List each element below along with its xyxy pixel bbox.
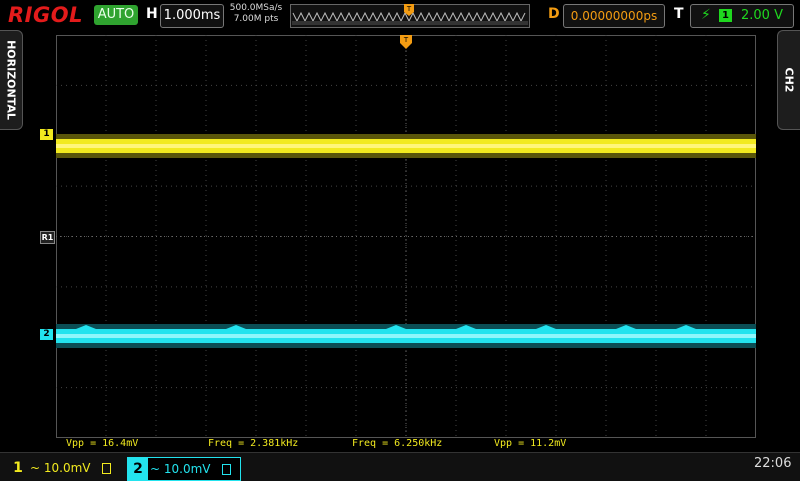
trigger-level: 2.00 V (741, 8, 783, 23)
measurement-ch1-vpp: Vpp = 16.4mV (66, 438, 139, 449)
measurement-ch2-vpp: Vpp = 11.2mV (494, 438, 567, 449)
waveform-display[interactable]: T (56, 35, 756, 438)
ch1-number: 1 (13, 460, 23, 476)
ch2-trace (56, 324, 756, 348)
horizontal-tab-label: HORIZONTAL (4, 40, 18, 120)
memory-overview[interactable]: T (290, 4, 530, 28)
top-status-bar: RIGOL AUTO H 1.000ms 500.0MSa/s 7.00M pt… (0, 0, 800, 30)
ch1-trace (56, 134, 756, 158)
ch1-scale: ~ 10.0mV (30, 461, 91, 475)
system-clock: 22:06 (754, 456, 792, 471)
ch2-setting[interactable]: 2 ~ 10.0mV (127, 457, 241, 481)
ch2-menu-tab[interactable]: CH2 (777, 30, 800, 130)
ch1-setting[interactable]: 1 ~ 10.0mV (8, 457, 120, 479)
ch2-number: 2 (128, 458, 148, 480)
horizontal-menu-tab[interactable]: HORIZONTAL (0, 30, 23, 130)
trigger-label: T (674, 6, 684, 22)
trigger-source: 1 (719, 9, 732, 22)
trigger-marker-text: T (403, 36, 409, 44)
memory-depth: 7.00M pts (233, 14, 279, 24)
ch2-scale: ~ 10.0mV (150, 462, 211, 476)
rigol-logo: RIGOL (8, 3, 83, 27)
measurement-ch1-freq: Freq = 2.381kHz (208, 438, 299, 449)
ch2-coupling-icon (222, 464, 231, 475)
rising-edge-icon: ⚡ (701, 7, 711, 23)
horizontal-label: H (146, 6, 158, 22)
measurement-ch2-freq: Freq = 6.250kHz (352, 438, 443, 449)
delay-label: D (548, 6, 560, 22)
trigger-position-marker: T (400, 35, 412, 49)
trigger-position-icon: T (404, 4, 414, 16)
ch2-tab-label: CH2 (782, 67, 796, 93)
ch2-offset-marker[interactable]: 2 (40, 329, 53, 340)
graticule (56, 35, 756, 438)
ref-marker[interactable]: R1 (40, 231, 55, 244)
channel-status-bar: 1 ~ 10.0mV 2 ~ 10.0mV (0, 452, 800, 481)
delay-display[interactable]: 0.00000000ps (563, 4, 665, 28)
sample-rate: 500.0MSa/s (229, 3, 283, 13)
run-status-badge[interactable]: AUTO (94, 5, 138, 25)
ch1-coupling-icon (102, 463, 111, 474)
trigger-display[interactable]: ⚡ 1 2.00 V (690, 4, 794, 28)
svg-text:T: T (406, 5, 412, 13)
acquisition-info: 500.0MSa/s 7.00M pts (226, 3, 286, 25)
ch1-offset-marker[interactable]: 1 (40, 129, 53, 140)
timebase-display[interactable]: 1.000ms (160, 4, 224, 28)
